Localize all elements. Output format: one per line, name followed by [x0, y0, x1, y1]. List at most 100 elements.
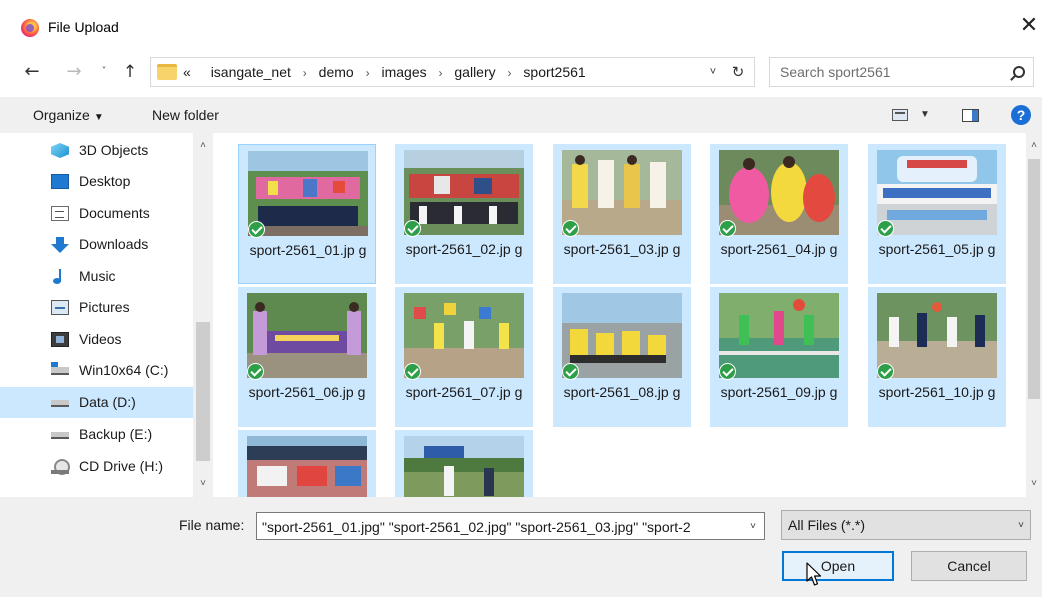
sidebar-item-drive-h[interactable]: CD Drive (H:)	[0, 451, 193, 482]
selected-check-icon[interactable]	[719, 220, 736, 237]
sidebar-item-drive-c[interactable]: Win10x64 (C:)	[0, 355, 193, 386]
firefox-icon	[21, 19, 39, 37]
file-name-field[interactable]	[262, 517, 737, 537]
3d-objects-icon	[51, 143, 69, 158]
change-view-icon[interactable]	[892, 109, 908, 121]
breadcrumb-separator[interactable]: ›	[358, 66, 378, 80]
selected-check-icon[interactable]	[248, 221, 265, 238]
file-name-label: sport-2561_01.jp g	[249, 242, 367, 258]
search-input[interactable]	[780, 62, 1000, 82]
sidebar-item-videos[interactable]: Videos	[0, 324, 193, 355]
file-type-select[interactable]: All Files (*.*) ˅	[781, 510, 1031, 540]
selected-check-icon[interactable]	[562, 220, 579, 237]
file-item[interactable]: sport-2561_08.jp g	[553, 287, 691, 427]
sidebar-item-label: Win10x64 (C:)	[79, 362, 169, 378]
breadcrumb-separator[interactable]: ›	[500, 66, 520, 80]
breadcrumb-overflow[interactable]: «	[183, 64, 191, 80]
mouse-cursor-icon	[806, 562, 822, 586]
file-item[interactable]: sport-2561_03.jp g	[553, 144, 691, 284]
close-icon[interactable]: ✕	[1016, 13, 1042, 39]
organize-button[interactable]: Organize ▼	[33, 97, 104, 133]
forward-button[interactable]: →	[62, 57, 86, 87]
image-thumbnail	[877, 150, 997, 235]
sidebar-item-downloads[interactable]: Downloads	[0, 229, 193, 260]
file-item[interactable]: sport-2561_09.jp g	[710, 287, 848, 427]
address-dropdown-button[interactable]: ˅	[703, 57, 723, 87]
file-item[interactable]	[395, 430, 533, 497]
selected-check-icon[interactable]	[562, 363, 579, 380]
sidebar-item-drive-e[interactable]: Backup (E:)	[0, 419, 193, 450]
open-button[interactable]: Open	[782, 551, 894, 581]
file-name-label: sport-2561_03.jp g	[563, 241, 681, 257]
breadcrumb-item[interactable]: demo	[319, 64, 354, 80]
image-thumbnail	[404, 293, 524, 378]
breadcrumb-item[interactable]: sport2561	[523, 64, 585, 80]
scroll-down-icon[interactable]: ˅	[193, 475, 213, 493]
sidebar-item-3d-objects[interactable]: 3D Objects	[0, 135, 193, 166]
file-item[interactable]: sport-2561_04.jp g	[710, 144, 848, 284]
scroll-up-icon[interactable]: ˄	[193, 137, 213, 155]
file-name-label: sport-2561_02.jp g	[405, 241, 523, 257]
chevron-down-icon: ▼	[93, 112, 104, 123]
organize-label: Organize	[33, 107, 90, 123]
selected-check-icon[interactable]	[877, 363, 894, 380]
up-button[interactable]: ↑	[118, 57, 142, 87]
breadcrumb-item[interactable]: isangate_net	[211, 64, 291, 80]
sidebar-item-desktop[interactable]: Desktop	[0, 166, 193, 197]
address-bar[interactable]: « isangate_net › demo › images › gallery…	[150, 57, 755, 87]
file-item[interactable]: sport-2561_05.jp g	[868, 144, 1006, 284]
selected-check-icon[interactable]	[877, 220, 894, 237]
sidebar-item-pictures[interactable]: Pictures	[0, 292, 193, 323]
file-name-label: sport-2561_10.jp g	[878, 384, 996, 400]
selected-check-icon[interactable]	[247, 363, 264, 380]
sidebar-item-music[interactable]: Music	[0, 261, 193, 292]
file-item[interactable]: sport-2561_07.jp g	[395, 287, 533, 427]
file-name-label: sport-2561_06.jp g	[248, 384, 366, 400]
scroll-up-icon[interactable]: ˄	[1026, 137, 1042, 155]
sidebar-item-label: Music	[79, 268, 116, 284]
chevron-down-icon[interactable]: ˅	[745, 517, 761, 537]
system-drive-icon	[51, 362, 69, 375]
sidebar-item-drive-d[interactable]: Data (D:)	[0, 387, 193, 418]
new-folder-button[interactable]: New folder	[152, 97, 219, 133]
image-thumbnail	[719, 293, 839, 378]
image-thumbnail	[877, 293, 997, 378]
file-item[interactable]: sport-2561_02.jp g	[395, 144, 533, 284]
breadcrumb-item[interactable]: gallery	[454, 64, 495, 80]
search-box[interactable]	[769, 57, 1034, 87]
breadcrumb-item[interactable]: images	[381, 64, 426, 80]
file-item[interactable]: sport-2561_10.jp g	[868, 287, 1006, 427]
selected-check-icon[interactable]	[404, 220, 421, 237]
back-button[interactable]: ←	[20, 57, 44, 87]
recent-locations-button[interactable]: ˅	[97, 57, 111, 87]
file-name-label: sport-2561_09.jp g	[720, 384, 838, 400]
breadcrumb-separator[interactable]: ›	[431, 66, 451, 80]
file-item[interactable]: sport-2561_01.jp g	[238, 144, 376, 284]
scroll-down-icon[interactable]: ˅	[1026, 475, 1042, 493]
file-name-combobox[interactable]: ˅	[256, 512, 765, 540]
dialog-footer: File name: ˅ All Files (*.*) ˅ Open Canc…	[0, 497, 1042, 597]
scrollbar-thumb[interactable]	[196, 322, 210, 461]
file-list-scrollbar[interactable]: ˄ ˅	[1026, 133, 1042, 497]
search-icon[interactable]	[1013, 66, 1025, 78]
file-item[interactable]: sport-2561_06.jp g	[238, 287, 376, 427]
scrollbar-thumb[interactable]	[1028, 159, 1040, 399]
image-thumbnail	[719, 150, 839, 235]
file-item[interactable]	[238, 430, 376, 497]
desktop-icon	[51, 174, 69, 189]
sidebar-scrollbar[interactable]: ˄ ˅	[193, 133, 213, 497]
breadcrumb-separator[interactable]: ›	[295, 66, 315, 80]
selected-check-icon[interactable]	[404, 363, 421, 380]
file-name-label: sport-2561_07.jp g	[405, 384, 523, 400]
sidebar-item-documents[interactable]: Documents	[0, 198, 193, 229]
image-thumbnail	[404, 436, 524, 497]
breadcrumb: « isangate_net › demo › images › gallery…	[183, 58, 586, 86]
cancel-button[interactable]: Cancel	[911, 551, 1027, 581]
selected-check-icon[interactable]	[719, 363, 736, 380]
view-options-dropdown[interactable]: ▼	[920, 97, 930, 133]
refresh-icon[interactable]: ↻	[726, 57, 750, 87]
sidebar-item-label: Downloads	[79, 236, 149, 252]
command-bar: Organize ▼ New folder ▼ ?	[0, 97, 1042, 133]
help-icon[interactable]: ?	[1011, 105, 1031, 125]
preview-pane-icon[interactable]	[962, 109, 979, 122]
